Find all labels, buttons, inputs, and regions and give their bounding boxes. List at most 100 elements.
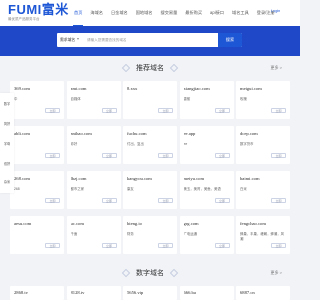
domain-name[interactable]: meigui.com <box>240 86 286 91</box>
domain-card[interactable]: zmt.com 自媒体 立即 <box>66 81 121 119</box>
sidebar-item-digits[interactable]: 数字 <box>0 101 14 106</box>
buy-button[interactable]: 立即 <box>101 243 117 248</box>
domain-name[interactable]: abli.com <box>14 131 60 136</box>
domain-card[interactable]: 8.xxx 立即 <box>123 81 177 119</box>
domain-card[interactable]: 369.com 中立即 <box>10 81 64 119</box>
nav-item-1[interactable]: 海域名 <box>86 0 107 26</box>
domain-card[interactable]: kangyou.com 康友 立即 <box>123 171 177 209</box>
buy-button[interactable]: 立即 <box>214 198 230 203</box>
domain-card[interactable]: ee.app ee 立即 <box>179 126 234 164</box>
buy-button[interactable]: 立即 <box>214 108 230 113</box>
domain-card[interactable]: dcep.com 数字货币 立即 <box>236 126 290 164</box>
domain-card[interactable]: meigui.com 玫瑰立即 <box>236 81 290 119</box>
domain-card[interactable]: abli.com 立即 <box>10 126 64 164</box>
domain-card[interactable]: grg.com 广电运通 立即 <box>179 216 234 254</box>
domain-name[interactable]: bieng.io <box>127 221 173 226</box>
domain-card[interactable]: fuchu.com 付出，复出 立即 <box>123 126 177 164</box>
hero-banner: 需求域名 搜索 <box>0 26 300 56</box>
search-type-select[interactable]: 需求域名 <box>60 33 75 47</box>
more-link-recommended[interactable]: 更多 > <box>271 65 282 71</box>
domain-description: 玫瑰 <box>240 97 247 101</box>
buy-button[interactable]: 立即 <box>271 153 286 158</box>
domain-name[interactable]: anihao.com <box>71 131 117 136</box>
nav-item-tools[interactable]: 域名工具 <box>228 0 253 26</box>
domain-card[interactable]: xiangjiao.com 香蕉 立即 <box>179 81 234 119</box>
domain-name[interactable]: grg.com <box>184 221 230 226</box>
nav-item-3[interactable]: 国地域名 <box>132 0 157 26</box>
domain-card[interactable]: baimi.com 白米立即 <box>236 171 290 209</box>
domain-name[interactable]: fengchao.com <box>240 221 286 226</box>
logo[interactable]: FUMI富米 最优质产品服务平台 <box>8 3 68 23</box>
domain-name[interactable]: 268.com <box>14 176 60 181</box>
buy-button[interactable]: 立即 <box>271 198 286 203</box>
search-input[interactable] <box>87 35 217 45</box>
domain-card[interactable]: fengchao.com 蜂巢，丰巢，峰朝，蜂潮，风潮 立即 <box>236 216 290 254</box>
header-tag[interactable]: Login <box>271 9 280 13</box>
nav-item-2[interactable]: 日金域名 <box>107 0 132 26</box>
domain-card[interactable]: lbzj.com 都市之家 立即 <box>66 171 121 209</box>
domain-card[interactable]: 5656.vip <box>123 286 177 300</box>
domain-name[interactable]: 369.com <box>14 86 60 91</box>
domain-card[interactable]: 6887.cn <box>236 286 290 300</box>
nav-item-4[interactable]: 搜交易量 <box>157 0 182 26</box>
domain-name[interactable]: 8128.tv <box>71 290 117 295</box>
domain-card[interactable]: aesu.com 立即 <box>10 216 64 254</box>
buy-button[interactable]: 立即 <box>158 108 173 113</box>
buy-button[interactable]: 立即 <box>158 198 173 203</box>
domain-card[interactable]: 8128.tv <box>66 286 121 300</box>
domain-name[interactable]: fuchu.com <box>127 131 173 136</box>
domain-name[interactable]: lbzj.com <box>71 176 117 181</box>
logo-text: FUMI富米 <box>8 2 69 17</box>
domain-name[interactable]: dcep.com <box>240 131 286 136</box>
buy-button[interactable]: 立即 <box>45 153 60 158</box>
domain-card[interactable]: 666.ba <box>179 286 234 300</box>
domain-name[interactable]: baimi.com <box>240 176 286 181</box>
buy-button[interactable]: 立即 <box>45 243 60 248</box>
domain-name[interactable]: xiangjiao.com <box>184 86 230 91</box>
domain-name[interactable]: uc.com <box>71 221 117 226</box>
nav-home[interactable]: 首页 <box>70 0 86 26</box>
domain-name[interactable]: 2868.tv <box>14 290 60 295</box>
domain-card[interactable]: meiyu.com 美玉，美育，美鱼，美语 立即 <box>179 171 234 209</box>
domain-name[interactable]: 6887.cn <box>240 290 286 295</box>
domain-name[interactable]: 666.ba <box>184 290 230 295</box>
domain-description: 中 <box>14 97 18 101</box>
domain-name[interactable]: 5656.vip <box>127 290 173 295</box>
nav-item-api[interactable]: api接口 <box>206 0 228 26</box>
chevron-down-icon[interactable] <box>77 38 79 40</box>
nav-item-5[interactable]: 最折购买 <box>181 0 206 26</box>
sidebar-item-jianpin[interactable]: 简拼 <box>0 121 14 126</box>
sidebar-item-shuangpin[interactable]: 双拼 <box>0 161 14 166</box>
buy-button[interactable]: 立即 <box>101 108 117 113</box>
buy-button[interactable]: 立即 <box>158 153 173 158</box>
buy-button[interactable]: 立即 <box>158 243 173 248</box>
buy-button[interactable]: 立即 <box>45 198 60 203</box>
domain-card[interactable]: uc.com 千面 立即 <box>66 216 121 254</box>
buy-button[interactable]: 立即 <box>101 198 117 203</box>
sidebar-item-mixed[interactable]: 杂米 <box>0 179 14 184</box>
buy-button[interactable]: 立即 <box>271 243 286 248</box>
domain-name[interactable]: ee.app <box>184 131 230 136</box>
search-button[interactable]: 搜索 <box>218 33 242 47</box>
domain-name[interactable]: zmt.com <box>71 86 117 91</box>
domain-name[interactable]: aesu.com <box>14 221 60 226</box>
nav-login[interactable]: 登录/注册 <box>253 0 279 26</box>
domain-name[interactable]: 8.xxx <box>127 86 173 91</box>
domain-card[interactable]: bieng.io 财务 立即 <box>123 216 177 254</box>
section-title-numeric: 数字域名 <box>0 268 300 278</box>
numeric-grid: 2868.tv 8128.tv 5656.vip 666.ba 6887.cn <box>10 286 290 300</box>
domain-name[interactable]: kangyou.com <box>127 176 173 181</box>
buy-button[interactable]: 立即 <box>45 108 60 113</box>
domain-card[interactable]: 268.com 268 立即 <box>10 171 64 209</box>
buy-button[interactable]: 立即 <box>214 153 230 158</box>
more-link-numeric[interactable]: 更多 > <box>271 270 282 276</box>
domain-name[interactable]: meiyu.com <box>184 176 230 181</box>
logo-subtitle: 最优质产品服务平台 <box>8 17 40 21</box>
sidebar-item-letters[interactable]: 字母 <box>0 141 14 146</box>
domain-card[interactable]: anihao.com 你好 立即 <box>66 126 121 164</box>
buy-button[interactable]: 立即 <box>101 153 117 158</box>
buy-button[interactable]: 立即 <box>214 243 230 248</box>
domain-card[interactable]: 2868.tv <box>10 286 64 300</box>
buy-button[interactable]: 立即 <box>271 108 286 113</box>
domain-description: 白米 <box>240 187 247 191</box>
